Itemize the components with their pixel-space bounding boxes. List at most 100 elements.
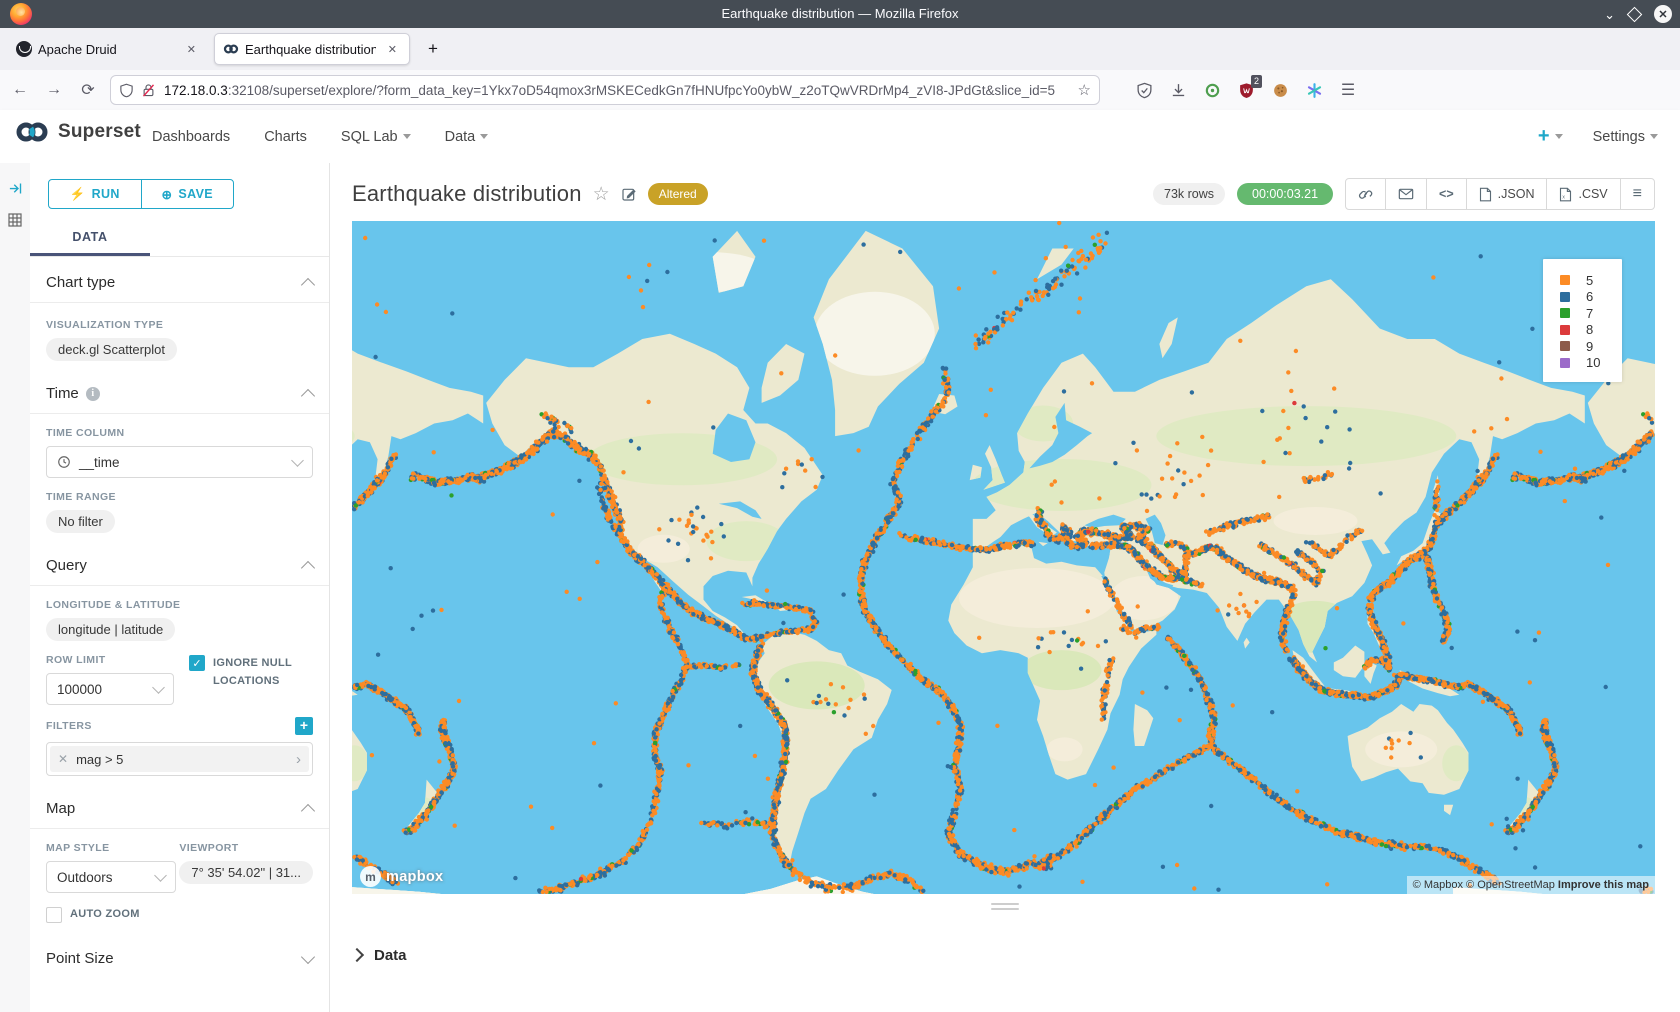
back-button[interactable]: ←	[6, 76, 34, 104]
filter-value[interactable]: mag > 5	[76, 752, 288, 767]
embed-code-icon[interactable]: <>	[1426, 179, 1466, 209]
nav-charts[interactable]: Charts	[264, 129, 307, 145]
adblock-shield-icon[interactable]: 2	[1236, 80, 1256, 100]
legend-swatch	[1560, 308, 1570, 318]
superset-brand[interactable]: Superset	[14, 120, 141, 144]
open-filter-icon[interactable]: ›	[296, 751, 301, 768]
browser-menu-icon[interactable]: ☰	[1338, 80, 1358, 100]
reload-button[interactable]: ⟳	[74, 76, 102, 104]
forward-button[interactable]: →	[40, 76, 68, 104]
map-style-select[interactable]: Outdoors	[46, 861, 176, 893]
url-field[interactable]: 172.18.0.3:32108/superset/explore/?form_…	[110, 75, 1100, 105]
chevron-down-icon	[403, 134, 411, 139]
superset-favicon	[223, 41, 239, 57]
bookmark-star-icon[interactable]: ☆	[1078, 81, 1091, 99]
deckgl-scatterplot-map[interactable]: 5 6 7 8 9 10 m mapbox © Mapbox © OpenStr…	[352, 221, 1655, 894]
window-titlebar: Earthquake distribution — Mozilla Firefo…	[0, 0, 1680, 28]
tracking-protection-shield-icon[interactable]	[119, 83, 134, 98]
section-time[interactable]: Timei	[30, 361, 329, 413]
query-timer-badge: 00:00:03.21	[1237, 183, 1333, 205]
osm-attribution-link[interactable]: © OpenStreetMap	[1466, 879, 1555, 891]
viewport-label: VIEWPORT	[179, 842, 313, 854]
new-tab-button[interactable]: +	[420, 36, 446, 62]
remove-filter-icon[interactable]: ✕	[58, 752, 68, 766]
window-title: Earthquake distribution — Mozilla Firefo…	[0, 0, 1680, 28]
superset-navbar: Superset Dashboards Charts SQL Lab Data …	[0, 110, 1680, 164]
auto-zoom-label: AUTO ZOOM	[70, 906, 140, 924]
map-legend: 5 6 7 8 9 10	[1543, 259, 1622, 382]
altered-badge[interactable]: Altered	[648, 183, 708, 205]
nav-data[interactable]: Data	[445, 129, 489, 145]
browser-tab-earthquake-distribution[interactable]: Earthquake distribution ✕	[214, 33, 410, 65]
window-close-icon[interactable]: ✕	[1654, 5, 1672, 23]
save-button[interactable]: ⊕SAVE	[141, 180, 234, 208]
legend-swatch	[1560, 341, 1570, 351]
nav-dashboards[interactable]: Dashboards	[152, 129, 230, 145]
edit-properties-icon[interactable]	[621, 186, 637, 202]
svg-text:x: x	[1563, 194, 1566, 200]
auto-zoom-checkbox[interactable]	[46, 907, 62, 923]
browser-toolbar: ← → ⟳ 172.18.0.3:32108/superset/explore/…	[0, 70, 1680, 111]
panel-resize-handle[interactable]	[991, 903, 1019, 911]
explore-control-panel: ⚡RUN ⊕SAVE DATA Chart type VISUALIZATION…	[30, 163, 330, 1012]
chart-menu-icon[interactable]: ≡	[1620, 179, 1654, 209]
chevron-right-icon	[350, 948, 364, 962]
viz-type-value[interactable]: deck.gl Scatterplot	[46, 338, 177, 361]
chevron-up-icon	[301, 803, 315, 817]
screen: Earthquake distribution — Mozilla Firefo…	[0, 0, 1680, 1012]
window-maximize-icon[interactable]	[1627, 6, 1643, 22]
legend-swatch	[1560, 358, 1570, 368]
favorite-star-icon[interactable]: ☆	[593, 183, 610, 206]
section-chart-type[interactable]: Chart type	[30, 257, 329, 302]
tab-data[interactable]: DATA	[30, 222, 150, 256]
extension-asterisk-icon[interactable]	[1304, 80, 1324, 100]
tab-close-icon[interactable]: ✕	[183, 41, 200, 58]
improve-map-link[interactable]: Improve this map	[1558, 879, 1649, 891]
lonlat-value[interactable]: longitude | latitude	[46, 618, 175, 641]
chevron-down-icon	[1650, 134, 1658, 139]
row-limit-label: ROW LIMIT	[46, 654, 189, 666]
viewport-value[interactable]: 7° 35' 54.02" | 31...	[179, 861, 313, 884]
settings-menu[interactable]: Settings	[1593, 129, 1658, 145]
nav-sql-lab[interactable]: SQL Lab	[341, 129, 411, 145]
filter-field[interactable]: ✕ mag > 5 ›	[46, 742, 313, 776]
map-style-label: MAP STYLE	[46, 842, 179, 854]
section-query[interactable]: Query	[30, 533, 329, 585]
add-filter-button[interactable]: +	[295, 717, 313, 735]
new-item-button[interactable]: +	[1538, 125, 1563, 148]
legend-swatch	[1560, 325, 1570, 335]
extension-green-circle-icon[interactable]	[1202, 80, 1222, 100]
window-minimize-icon[interactable]: ⌄	[1604, 8, 1615, 21]
cookie-icon[interactable]	[1270, 80, 1290, 100]
data-panel-header[interactable]: Data	[352, 935, 407, 975]
share-link-icon[interactable]	[1346, 179, 1385, 209]
expand-dataset-panel-icon[interactable]	[0, 175, 30, 201]
section-point-size[interactable]: Point Size	[30, 924, 329, 978]
time-column-label: TIME COLUMN	[46, 427, 313, 439]
time-range-value[interactable]: No filter	[46, 510, 115, 533]
email-icon[interactable]	[1385, 179, 1426, 209]
tab-close-icon[interactable]: ✕	[384, 41, 401, 58]
export-csv-button[interactable]: x .CSV	[1546, 179, 1619, 209]
map-attribution: © Mapbox © OpenStreetMap Improve this ma…	[1407, 876, 1655, 894]
lightning-icon: ⚡	[70, 187, 86, 202]
mapbox-attribution-link[interactable]: © Mapbox	[1413, 879, 1463, 891]
section-map[interactable]: Map	[30, 776, 329, 828]
export-json-button[interactable]: .JSON	[1466, 179, 1547, 209]
row-limit-select[interactable]: 100000	[46, 673, 174, 705]
run-button[interactable]: ⚡RUN	[49, 180, 141, 208]
superset-logo-icon	[14, 120, 50, 144]
downloads-icon[interactable]	[1168, 80, 1188, 100]
mapbox-logo[interactable]: m mapbox	[360, 866, 443, 887]
clock-icon	[57, 455, 71, 469]
dataset-grid-icon[interactable]	[0, 207, 30, 233]
ignore-null-checkbox[interactable]: ✓	[189, 655, 205, 671]
shield-check-icon[interactable]	[1134, 80, 1154, 100]
chevron-down-icon	[152, 681, 165, 694]
chevron-up-icon	[301, 388, 315, 402]
divider	[30, 413, 329, 414]
chevron-down-icon	[480, 134, 488, 139]
time-column-select[interactable]: __time	[46, 446, 313, 478]
insecure-lock-icon[interactable]	[141, 83, 156, 98]
browser-tab-apache-druid[interactable]: Apache Druid ✕	[8, 33, 208, 65]
